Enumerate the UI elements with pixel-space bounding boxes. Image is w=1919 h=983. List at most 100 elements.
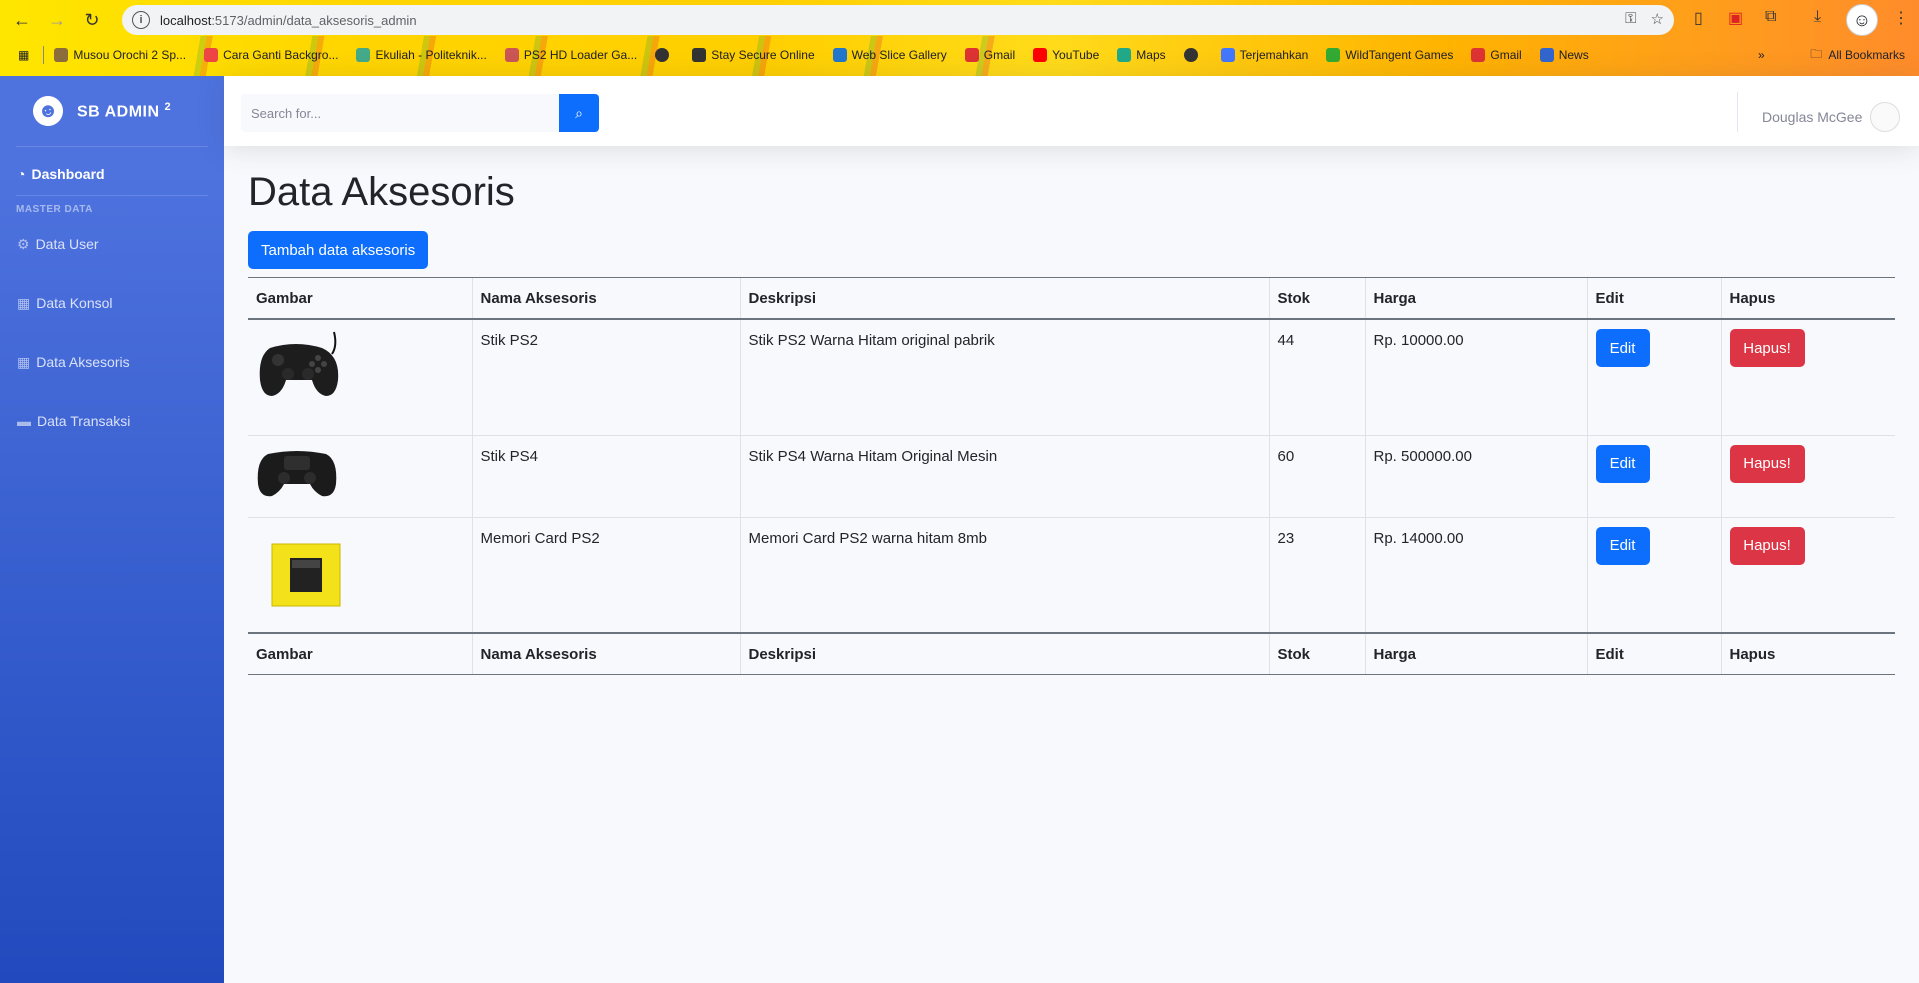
search-input[interactable] [241,94,559,132]
password-key-icon[interactable]: ⚿ [1625,10,1636,28]
search-icon: ⌕ [575,104,583,121]
sidebar-item-data-konsol[interactable]: ▦ Data Konsol [0,290,224,316]
product-price: Rp. 10000.00 [1364,319,1587,436]
column-header: Gambar [248,632,472,675]
column-header: Gambar [248,277,472,320]
product-image [270,542,464,612]
delete-button[interactable]: Hapus! [1729,444,1805,483]
edit-cell: Edit [1586,435,1721,518]
edit-button[interactable]: Edit [1595,444,1650,483]
table-row: Stik PS2 Stik PS2 Warna Hitam original pa… [248,319,1895,436]
page-title: Data Aksesoris [248,170,515,214]
column-header: Nama Aksesoris [471,632,740,675]
main-content: Data Aksesoris Tambah data aksesoris Gam… [248,170,1896,675]
bookmark-favicon-icon [692,48,707,62]
menu-kebab-icon[interactable]: ⋮ [1893,8,1909,28]
bookmark-favicon-icon [204,48,219,62]
all-bookmarks[interactable]: 🗀 All Bookmarks [1810,42,1905,68]
product-price: Rp. 14000.00 [1364,517,1587,634]
apps-grid-icon[interactable]: ▦ [18,48,29,62]
column-header: Deskripsi [739,632,1269,675]
column-header: Hapus [1720,277,1895,320]
product-price: Rp. 500000.00 [1364,435,1587,518]
bookmark-item[interactable]: WildTangent Games [1326,48,1453,62]
column-header: Nama Aksesoris [471,277,740,320]
bookmark-item[interactable]: PS2 HD Loader Ga... [504,48,637,62]
table-row: Stik PS4 Stik PS4 Warna Hitam Original Me… [248,435,1895,518]
bookmark-item[interactable]: News [1539,48,1589,62]
bookmark-favicon-icon [655,48,670,62]
table-row: Memori Card PS2 Memori Card PS2 warna hit… [248,517,1895,634]
bookmark-favicon-icon [54,48,69,62]
user-dropdown[interactable]: Douglas McGee [1762,102,1901,132]
sidebar-item-dashboard[interactable]: ◔ Dashboard [0,161,224,187]
bookmark-item[interactable]: Gmail [1471,48,1522,62]
sidebar-item-data-transaksi[interactable]: ▬ Data Transaksi [0,408,224,434]
bookmark-item[interactable]: Gmail [964,48,1015,62]
bookmark-item[interactable]: Stay Secure Online [692,48,815,62]
column-header: Stok [1268,277,1365,320]
address-bar[interactable]: i localhost:5173/admin/data_aksesoris_ad… [122,5,1674,35]
product-stock: 60 [1268,435,1365,518]
download-icon[interactable]: ⤓ [1814,8,1821,26]
edit-button[interactable]: Edit [1595,329,1650,367]
product-name: Stik PS2 [471,319,740,436]
extensions-puzzle-icon[interactable]: ⧉ [1765,8,1776,26]
product-image-cell [248,319,472,436]
delete-button[interactable]: Hapus! [1729,329,1805,367]
bookmark-divider [43,46,45,64]
edit-button[interactable]: Edit [1595,526,1650,565]
bookmark-item[interactable]: Ekuliah - Politeknik... [356,48,487,62]
bookmark-item[interactable]: Musou Orochi 2 Sp... [54,48,186,62]
bookmark-item[interactable]: Terjemahkan [1220,48,1308,62]
sidebar-heading: MASTER DATA [16,204,93,215]
delete-button[interactable]: Hapus! [1729,526,1805,565]
user-avatar [1870,102,1901,132]
search-button[interactable]: ⌕ [559,94,599,132]
product-stock: 44 [1268,319,1365,436]
column-header: Stok [1268,632,1365,675]
topbar-divider [1737,92,1738,132]
bookmark-star-icon[interactable]: ☆ [1651,10,1664,28]
bookmark-item[interactable]: Maps [1117,48,1166,62]
sidebar-divider [16,195,208,196]
bookmark-item[interactable]: Web Slice Gallery [832,48,947,62]
back-icon[interactable]: ← [10,8,34,32]
bookmark-item[interactable]: Cara Ganti Backgro... [204,48,338,62]
bookmark-favicon-icon [1033,48,1048,62]
profile-avatar[interactable]: ☺ [1846,4,1878,36]
product-image [256,330,464,406]
sidebar-divider [16,146,208,147]
bookmark-item[interactable] [655,48,674,62]
column-header: Hapus [1720,632,1895,675]
site-info-icon[interactable]: i [132,11,150,29]
bookmark-favicon-icon [1220,48,1235,62]
product-description: Stik PS4 Warna Hitam Original Mesin [739,435,1269,518]
column-header: Edit [1586,277,1721,320]
bookmark-favicon-icon [1539,48,1554,62]
url-text[interactable]: localhost:5173/admin/data_aksesoris_admi… [160,13,417,28]
bookmark-favicon-icon [964,48,979,62]
sidebar-item-data-user[interactable]: ⚙ Data User [0,231,224,257]
brand-text: SB ADMIN 2 [77,100,172,121]
table-icon: ▦ [17,294,31,311]
bookmark-item[interactable] [1183,48,1203,62]
table-header-row: Gambar Nama Aksesoris Deskripsi Stok Harga Ed… [248,277,1895,320]
bookmark-item[interactable]: YouTube [1033,48,1099,62]
product-image-cell [248,517,472,634]
reload-icon[interactable]: ↻ [80,8,104,32]
bookmark-favicon-icon [1183,48,1198,62]
delete-cell: Hapus! [1720,517,1895,634]
product-image-cell [248,435,472,518]
browser-chrome: ← → ↻ i localhost:5173/admin/data_akseso… [0,0,1919,76]
sidebar-brand[interactable]: ☻ SB ADMIN 2 [0,76,224,146]
add-accessory-button[interactable]: Tambah data aksesoris [248,231,429,269]
forward-icon[interactable]: → [45,8,69,32]
product-description: Memori Card PS2 warna hitam 8mb [739,517,1269,634]
bookmark-favicon-icon [832,48,847,62]
more-bookmarks-icon[interactable]: » [1758,48,1765,62]
table-footer-row: Gambar Nama Aksesoris Deskripsi Stok Harga Ed… [248,632,1895,675]
extension-red-icon[interactable]: ▣ [1728,8,1743,28]
sidebar-item-data-aksesoris[interactable]: ▦ Data Aksesoris [0,349,224,375]
extension-doc-icon[interactable]: ▯ [1694,8,1703,28]
